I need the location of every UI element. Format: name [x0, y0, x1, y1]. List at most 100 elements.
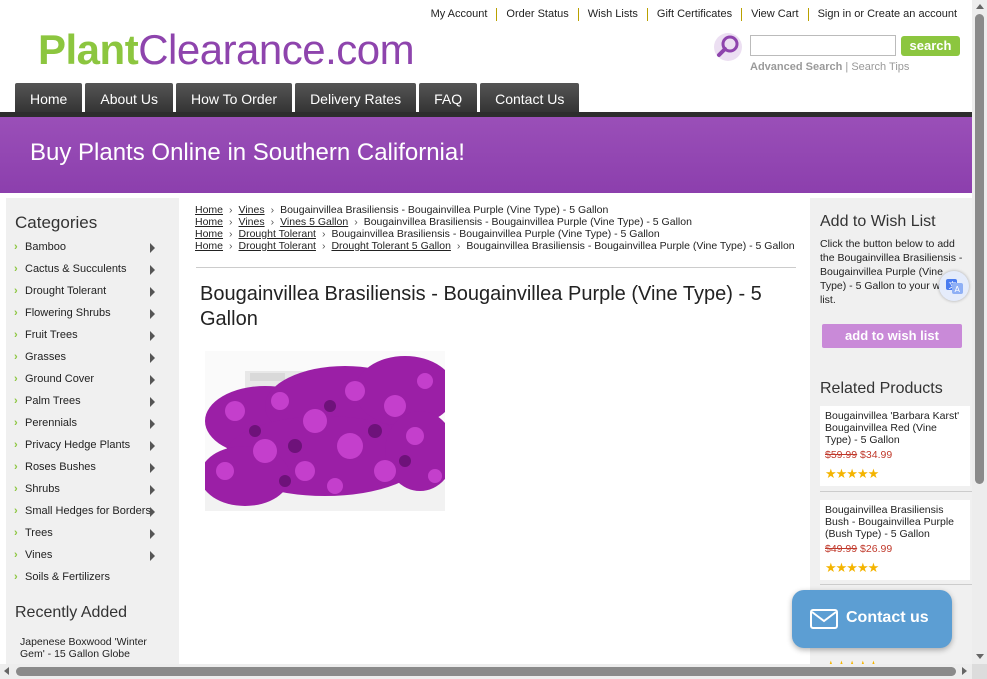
vertical-scrollbar[interactable]: [972, 0, 987, 664]
arrow-right-icon: [150, 287, 155, 297]
nav-home[interactable]: Home: [15, 83, 83, 113]
breadcrumb-separator-icon: ›: [229, 228, 233, 240]
order-status-link[interactable]: Order Status: [496, 8, 577, 21]
category-item-cactus[interactable]: › Cactus & Succulents: [6, 259, 179, 281]
scrollbar-thumb[interactable]: [975, 14, 984, 484]
breadcrumb-link[interactable]: Home: [195, 228, 223, 240]
category-item-soils[interactable]: › Soils & Fertilizers: [6, 567, 179, 589]
scroll-down-icon[interactable]: [976, 654, 984, 659]
breadcrumb-separator-icon: ›: [321, 240, 326, 252]
breadcrumb-separator-icon: ›: [354, 216, 358, 228]
scrollbar-thumb[interactable]: [16, 667, 956, 676]
category-item-fruit-trees[interactable]: › Fruit Trees: [6, 325, 179, 347]
product-image[interactable]: [205, 351, 445, 511]
scroll-left-icon[interactable]: [4, 667, 9, 675]
breadcrumb-link[interactable]: Vines: [239, 204, 265, 216]
breadcrumb-link[interactable]: Home: [195, 240, 223, 252]
arrow-right-icon: [150, 463, 155, 473]
category-item-shrubs[interactable]: › Shrubs: [6, 479, 179, 501]
bullet-icon: ›: [14, 549, 18, 561]
horizontal-scrollbar[interactable]: [0, 664, 972, 679]
bullet-icon: ›: [14, 329, 18, 341]
category-label: Small Hedges for Borders: [25, 505, 151, 517]
logo-part-clearance: Clearance.com: [138, 26, 415, 73]
wish-lists-link[interactable]: Wish Lists: [577, 8, 647, 21]
category-label: Perennials: [25, 417, 77, 429]
my-account-link[interactable]: My Account: [422, 8, 497, 21]
category-item-drought-tolerant[interactable]: › Drought Tolerant: [6, 281, 179, 303]
breadcrumb-separator-icon: ›: [456, 240, 461, 252]
gift-certificates-link[interactable]: Gift Certificates: [646, 8, 741, 21]
arrow-right-icon: [150, 551, 155, 561]
nav-faq[interactable]: FAQ: [419, 83, 478, 113]
search-tips-link[interactable]: Search Tips: [851, 61, 909, 73]
category-label: Flowering Shrubs: [25, 307, 111, 319]
bullet-icon: ›: [14, 307, 18, 319]
category-item-trees[interactable]: › Trees: [6, 523, 179, 545]
related-product-name[interactable]: Bougainvillea 'Barbara Karst' Bougainvil…: [825, 410, 965, 446]
recently-added-item[interactable]: Japenese Boxwood 'Winter Gem' - 15 Gallo…: [20, 636, 170, 660]
breadcrumb-current: Bougainvillea Brasiliensis - Bougainvill…: [466, 240, 795, 252]
breadcrumb-current: Bougainvillea Brasiliensis - Bougainvill…: [363, 216, 692, 228]
rating-stars-icon: ★★★★★: [825, 560, 879, 575]
breadcrumb-separator-icon: ›: [229, 204, 233, 216]
arrow-right-icon: [150, 419, 155, 429]
breadcrumbs: Home › Vines › Bougainvillea Brasiliensis - …: [195, 204, 797, 252]
category-item-bamboo[interactable]: › Bamboo: [6, 237, 179, 259]
contact-us-widget[interactable]: Contact us: [792, 590, 952, 648]
site-logo[interactable]: PlantClearance.com: [38, 26, 415, 74]
breadcrumb-link[interactable]: Drought Tolerant: [239, 240, 316, 252]
category-item-roses[interactable]: › Roses Bushes: [6, 457, 179, 479]
bullet-icon: ›: [14, 461, 18, 473]
bullet-icon: ›: [14, 241, 18, 253]
arrow-right-icon: [150, 529, 155, 539]
category-label: Trees: [25, 527, 53, 539]
nav-how-to-order[interactable]: How To Order: [175, 83, 293, 113]
breadcrumb-link[interactable]: Drought Tolerant: [239, 228, 316, 240]
envelope-icon: [810, 609, 838, 629]
arrow-right-icon: [150, 397, 155, 407]
search-area: search Advanced Search | Search Tips: [711, 32, 966, 77]
product-title: Bougainvillea Brasiliensis - Bougainvill…: [200, 283, 762, 330]
bullet-icon: ›: [14, 395, 18, 407]
nav-contact-us[interactable]: Contact Us: [480, 83, 580, 113]
banner: Buy Plants Online in Southern California…: [0, 117, 972, 193]
category-item-palm-trees[interactable]: › Palm Trees: [6, 391, 179, 413]
nav-delivery-rates[interactable]: Delivery Rates: [295, 83, 417, 113]
breadcrumb-current: Bougainvillea Brasiliensis - Bougainvill…: [280, 204, 609, 216]
logo-part-plant: Plant: [38, 26, 139, 73]
category-item-vines[interactable]: › Vines: [6, 545, 179, 567]
breadcrumb-link[interactable]: Vines 5 Gallon: [280, 216, 348, 228]
category-label: Shrubs: [25, 483, 60, 495]
breadcrumb-link[interactable]: Drought Tolerant 5 Gallon: [331, 240, 450, 252]
category-label: Drought Tolerant: [25, 285, 107, 297]
wish-list-heading: Add to Wish List: [820, 213, 936, 230]
scroll-up-icon[interactable]: [976, 4, 984, 9]
search-button[interactable]: search: [901, 36, 960, 56]
banner-title: Buy Plants Online in Southern California…: [30, 139, 465, 166]
nav-about-us[interactable]: About Us: [85, 83, 173, 113]
category-item-privacy-hedge[interactable]: › Privacy Hedge Plants: [6, 435, 179, 457]
breadcrumb: Home › Drought Tolerant › Drought Tolerant 5…: [195, 240, 797, 252]
related-product-name[interactable]: Bougainvillea Brasiliensis Bush - Bougai…: [825, 504, 965, 540]
category-item-grasses[interactable]: › Grasses: [6, 347, 179, 369]
category-label: Grasses: [25, 351, 66, 363]
breadcrumb-link[interactable]: Vines: [239, 216, 265, 228]
translate-icon[interactable]: 文 A: [939, 271, 969, 301]
category-item-flowering-shrubs[interactable]: › Flowering Shrubs: [6, 303, 179, 325]
sign-in-link[interactable]: Sign in or Create an account: [807, 8, 966, 21]
top-links: My Account Order Status Wish Lists Gift …: [422, 8, 966, 21]
category-item-small-hedges[interactable]: › Small Hedges for Borders: [6, 501, 179, 523]
view-cart-link[interactable]: View Cart: [741, 8, 807, 21]
breadcrumb-current: Bougainvillea Brasiliensis - Bougainvill…: [331, 228, 660, 240]
category-item-perennials[interactable]: › Perennials: [6, 413, 179, 435]
advanced-search-link[interactable]: Advanced Search: [750, 61, 842, 73]
breadcrumb-link[interactable]: Home: [195, 216, 223, 228]
category-label: Fruit Trees: [25, 329, 78, 341]
category-item-ground-cover[interactable]: › Ground Cover: [6, 369, 179, 391]
add-to-wish-list-button[interactable]: add to wish list: [822, 324, 962, 348]
related-product: Bougainvillea Brasiliensis Bush - Bougai…: [820, 500, 970, 580]
search-input[interactable]: [750, 35, 896, 56]
scroll-right-icon[interactable]: [962, 667, 967, 675]
breadcrumb-link[interactable]: Home: [195, 204, 223, 216]
